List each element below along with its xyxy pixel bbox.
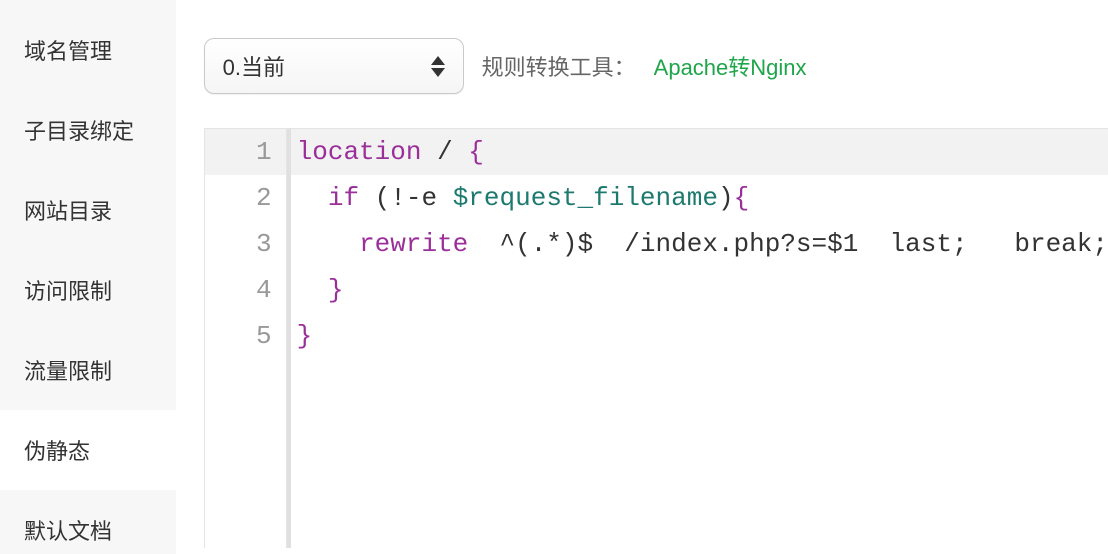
toolbar: 0.当前 规则转换工具： Apache转Nginx: [204, 38, 1108, 94]
sidebar: 域名管理 子目录绑定 网站目录 访问限制 流量限制 伪静态 默认文档: [0, 0, 176, 554]
code-line: }: [291, 313, 1108, 359]
code-line: rewrite ^(.*)$ /index.php?s=$1 last; bre…: [291, 221, 1108, 267]
line-number: 3: [205, 221, 286, 267]
line-number: 4: [205, 267, 286, 313]
code-line: location / {: [291, 129, 1108, 175]
sidebar-item-label: 域名管理: [24, 34, 112, 66]
sidebar-item-subdir[interactable]: 子目录绑定: [0, 90, 176, 170]
apache-to-nginx-link[interactable]: Apache转Nginx: [654, 50, 807, 82]
code-line: if (!-e $request_filename){: [291, 175, 1108, 221]
sidebar-item-label: 子目录绑定: [24, 114, 134, 146]
line-number: 2: [205, 175, 286, 221]
converter-label: 规则转换工具：: [482, 50, 636, 82]
sidebar-item-access[interactable]: 访问限制: [0, 250, 176, 330]
code-line: }: [291, 267, 1108, 313]
sidebar-item-label: 访问限制: [24, 274, 112, 306]
sidebar-item-label: 流量限制: [24, 354, 112, 386]
sidebar-item-traffic[interactable]: 流量限制: [0, 330, 176, 410]
rule-select[interactable]: 0.当前: [204, 38, 464, 94]
chevron-updown-icon: [431, 56, 445, 77]
sidebar-item-rewrite[interactable]: 伪静态: [0, 410, 176, 490]
line-number: 5: [205, 313, 286, 359]
sidebar-item-sitedir[interactable]: 网站目录: [0, 170, 176, 250]
sidebar-item-label: 伪静态: [24, 434, 90, 466]
line-number: 1: [205, 129, 286, 175]
gutter: 1 2 3 4 5: [205, 129, 287, 548]
sidebar-item-defaultdoc[interactable]: 默认文档: [0, 490, 176, 554]
sidebar-item-label: 默认文档: [24, 514, 112, 546]
rule-select-value: 0.当前: [223, 50, 445, 82]
code-area[interactable]: location / { if (!-e $request_filename){…: [291, 129, 1108, 548]
sidebar-item-label: 网站目录: [24, 194, 112, 226]
code-editor[interactable]: 1 2 3 4 5 location / { if (!-e $request_…: [204, 128, 1108, 548]
sidebar-item-domain[interactable]: 域名管理: [0, 10, 176, 90]
main-panel: 0.当前 规则转换工具： Apache转Nginx 1 2 3 4 5 loca…: [176, 0, 1108, 554]
